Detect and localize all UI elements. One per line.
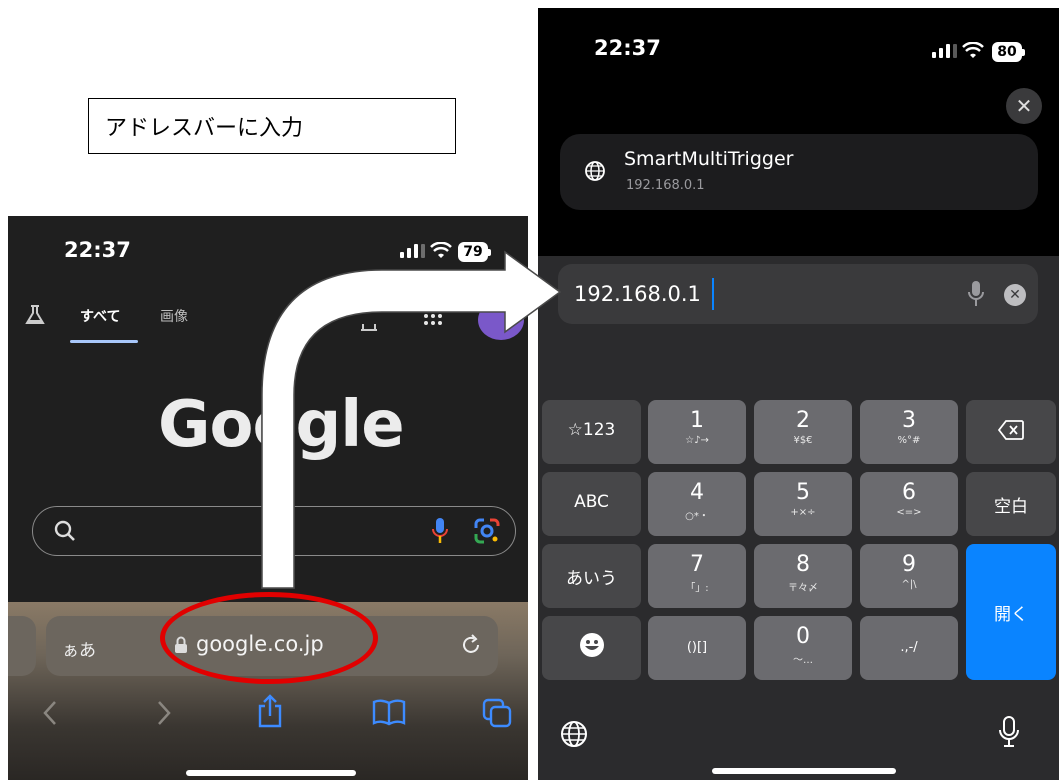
status-time: 22:37 bbox=[594, 36, 661, 60]
tabs-icon[interactable] bbox=[482, 698, 512, 728]
punctuation-key[interactable]: .,-/ bbox=[860, 616, 958, 680]
key-3[interactable]: 3 %°# bbox=[860, 400, 958, 464]
home-indicator bbox=[712, 768, 896, 774]
key-0-sub: 〜… bbox=[793, 655, 813, 666]
tab-all[interactable]: すべて bbox=[80, 306, 120, 326]
left-phone-screen: 22:37 79 すべて 画像 Google ぁあ google.co.jp bbox=[8, 216, 528, 780]
dictation-mic-icon[interactable] bbox=[968, 280, 984, 308]
key-1-label: 1 bbox=[690, 408, 704, 433]
key-6[interactable]: 6 <=> bbox=[860, 472, 958, 536]
status-time: 22:37 bbox=[64, 238, 131, 262]
key-8[interactable]: 8 〒々〆 bbox=[754, 544, 852, 608]
brackets-key[interactable]: ()[] bbox=[648, 616, 746, 680]
battery-level: 79 bbox=[458, 242, 488, 262]
key-4-sub: ○*・ bbox=[685, 511, 709, 522]
globe-icon bbox=[585, 161, 605, 181]
backspace-icon bbox=[997, 420, 1024, 440]
suggestion-item[interactable]: SmartMultiTrigger 192.168.0.1 bbox=[560, 134, 1038, 210]
key-6-label: 6 bbox=[902, 480, 916, 505]
share-icon[interactable] bbox=[256, 694, 284, 728]
google-logo: Google bbox=[158, 388, 405, 462]
suggestion-title: SmartMultiTrigger bbox=[624, 148, 794, 170]
key-1-sub: ☆♪→ bbox=[685, 435, 709, 446]
emoji-icon bbox=[579, 633, 604, 657]
annotation-label: アドレスバーに入力 bbox=[88, 98, 456, 154]
google-lens-icon[interactable] bbox=[473, 517, 501, 545]
key-7-label: 7 bbox=[690, 552, 704, 577]
key-9[interactable]: 9 ^|\ bbox=[860, 544, 958, 608]
tab-active-indicator bbox=[70, 340, 138, 343]
open-key[interactable]: 開く bbox=[966, 544, 1056, 680]
search-input[interactable] bbox=[32, 506, 516, 556]
key-4-label: 4 bbox=[690, 480, 704, 505]
annotation-text: アドレスバーに入力 bbox=[105, 116, 304, 141]
home-indicator bbox=[186, 770, 356, 776]
key-8-label: 8 bbox=[796, 552, 810, 577]
key-5-sub: +×÷ bbox=[790, 507, 816, 518]
kana-key[interactable]: あいう bbox=[542, 544, 641, 608]
keyboard-dictation-icon[interactable] bbox=[998, 716, 1020, 748]
suggestion-subtitle: 192.168.0.1 bbox=[626, 178, 705, 193]
voice-search-mic-icon[interactable] bbox=[431, 517, 449, 545]
signal-icon bbox=[400, 244, 425, 258]
url-input[interactable]: 192.168.0.1 ✕ bbox=[558, 264, 1038, 324]
backspace-key[interactable] bbox=[966, 400, 1056, 464]
back-icon[interactable] bbox=[40, 700, 60, 726]
key-2-sub: ¥$€ bbox=[793, 435, 813, 446]
key-5[interactable]: 5 +×÷ bbox=[754, 472, 852, 536]
bookmarks-icon[interactable] bbox=[372, 698, 406, 726]
key-4[interactable]: 4 ○*・ bbox=[648, 472, 746, 536]
emoji-key[interactable] bbox=[542, 616, 641, 680]
key-9-sub: ^|\ bbox=[901, 579, 917, 590]
key-7[interactable]: 7 「」: bbox=[648, 544, 746, 608]
key-2[interactable]: 2 ¥$€ bbox=[754, 400, 852, 464]
key-3-label: 3 bbox=[902, 408, 916, 433]
battery-level: 80 bbox=[992, 42, 1022, 62]
symbols-key[interactable]: ☆123 bbox=[542, 400, 641, 464]
key-0[interactable]: 0 〜… bbox=[754, 616, 852, 680]
battery-indicator: 79 bbox=[458, 242, 491, 262]
reload-icon[interactable] bbox=[460, 634, 482, 656]
key-1[interactable]: 1 ☆♪→ bbox=[648, 400, 746, 464]
key-7-sub: 「」: bbox=[685, 583, 709, 594]
url-input-value: 192.168.0.1 bbox=[574, 282, 701, 306]
text-cursor bbox=[712, 278, 714, 310]
wifi-icon bbox=[430, 242, 452, 258]
tab-images[interactable]: 画像 bbox=[160, 306, 188, 326]
previous-tab-edge[interactable] bbox=[8, 616, 36, 676]
close-button[interactable]: ✕ bbox=[1006, 88, 1042, 124]
key-8-sub: 〒々〆 bbox=[788, 583, 818, 594]
key-5-label: 5 bbox=[796, 480, 810, 505]
abc-key[interactable]: ABC bbox=[542, 472, 641, 536]
key-3-sub: %°# bbox=[897, 435, 921, 446]
highlight-oval bbox=[160, 592, 378, 684]
apps-grid-icon[interactable] bbox=[422, 308, 444, 330]
close-icon: ✕ bbox=[1015, 94, 1033, 118]
key-6-sub: <=> bbox=[896, 507, 922, 518]
key-0-label: 0 bbox=[796, 624, 810, 649]
signal-icon bbox=[932, 44, 957, 58]
avatar[interactable] bbox=[478, 300, 524, 340]
page-format-button[interactable]: ぁあ bbox=[62, 636, 96, 661]
right-phone-screen: 22:37 80 ✕ SmartMultiTrigger 192.168.0.1… bbox=[538, 8, 1059, 780]
clear-text-button[interactable]: ✕ bbox=[1004, 284, 1026, 306]
clear-icon: ✕ bbox=[1009, 287, 1021, 303]
key-9-label: 9 bbox=[902, 552, 916, 577]
search-icon bbox=[54, 520, 75, 541]
key-2-label: 2 bbox=[796, 408, 810, 433]
globe-keyboard-switch-icon[interactable] bbox=[560, 720, 588, 748]
battery-indicator: 80 bbox=[992, 42, 1025, 62]
space-key[interactable]: 空白 bbox=[966, 472, 1056, 536]
labs-flask-icon[interactable] bbox=[24, 304, 46, 326]
wifi-icon bbox=[962, 42, 984, 58]
forward-icon[interactable] bbox=[154, 700, 174, 726]
bell-icon[interactable] bbox=[358, 312, 380, 336]
